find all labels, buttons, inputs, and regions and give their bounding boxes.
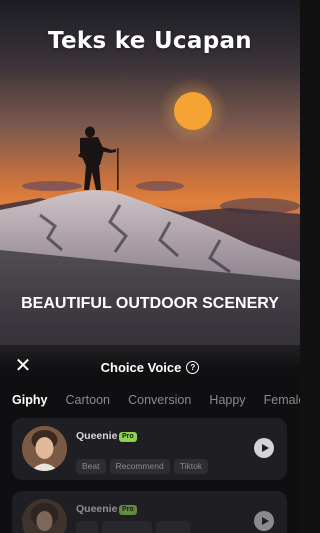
- pro-badge: Pro: [119, 505, 137, 515]
- voice-picker-sheet: ✕ Choice Voice? Giphy Cartoon Conversion…: [0, 345, 300, 533]
- voice-name: Queenie: [76, 430, 118, 442]
- pro-badge: Pro: [119, 432, 137, 442]
- voice-name: Queenie: [76, 503, 118, 515]
- help-icon[interactable]: ?: [186, 361, 200, 374]
- voice-card[interactable]: Queenie Pro Beat Recommend Tiktok: [12, 418, 287, 480]
- scenery-caption: BEAUTIFUL OUTDOOR SCENERY: [21, 295, 279, 312]
- tab-happy[interactable]: Happy: [209, 393, 245, 407]
- tag-tiktok: Tiktok: [173, 459, 209, 474]
- tag-placeholder: [156, 521, 190, 533]
- avatar: [22, 426, 67, 471]
- voice-tags: Beat Recommend Tiktok: [76, 454, 212, 474]
- headline-title: Teks ke Ucapan: [48, 28, 252, 54]
- tab-cartoon[interactable]: Cartoon: [66, 393, 110, 407]
- tab-conversion[interactable]: Conversion: [128, 393, 191, 407]
- voice-card[interactable]: Queenie Pro: [12, 491, 287, 533]
- screen: Teks ke Ucapan BEAUTIFUL OUTDOOR SCENERY…: [0, 0, 300, 533]
- avatar: [22, 499, 67, 533]
- tag-placeholder: [102, 521, 152, 533]
- tab-giphy[interactable]: Giphy: [12, 393, 47, 407]
- sheet-title-group: Choice Voice?: [0, 357, 300, 376]
- avatar-portrait: [22, 426, 67, 471]
- play-icon[interactable]: [254, 511, 274, 531]
- hiker-silhouette: [78, 126, 119, 190]
- play-icon[interactable]: [254, 438, 274, 458]
- tag-beat: Beat: [76, 459, 106, 474]
- voice-tags: [76, 521, 194, 533]
- tag-placeholder: [76, 521, 98, 533]
- avatar-portrait: [22, 499, 67, 533]
- sheet-header: ✕ Choice Voice?: [0, 355, 300, 377]
- sheet-title: Choice Voice: [100, 360, 182, 375]
- category-tabs: Giphy Cartoon Conversion Happy Female: [12, 389, 300, 409]
- tag-recommend: Recommend: [109, 459, 170, 474]
- tab-female[interactable]: Female: [264, 393, 300, 407]
- sun: [174, 92, 212, 130]
